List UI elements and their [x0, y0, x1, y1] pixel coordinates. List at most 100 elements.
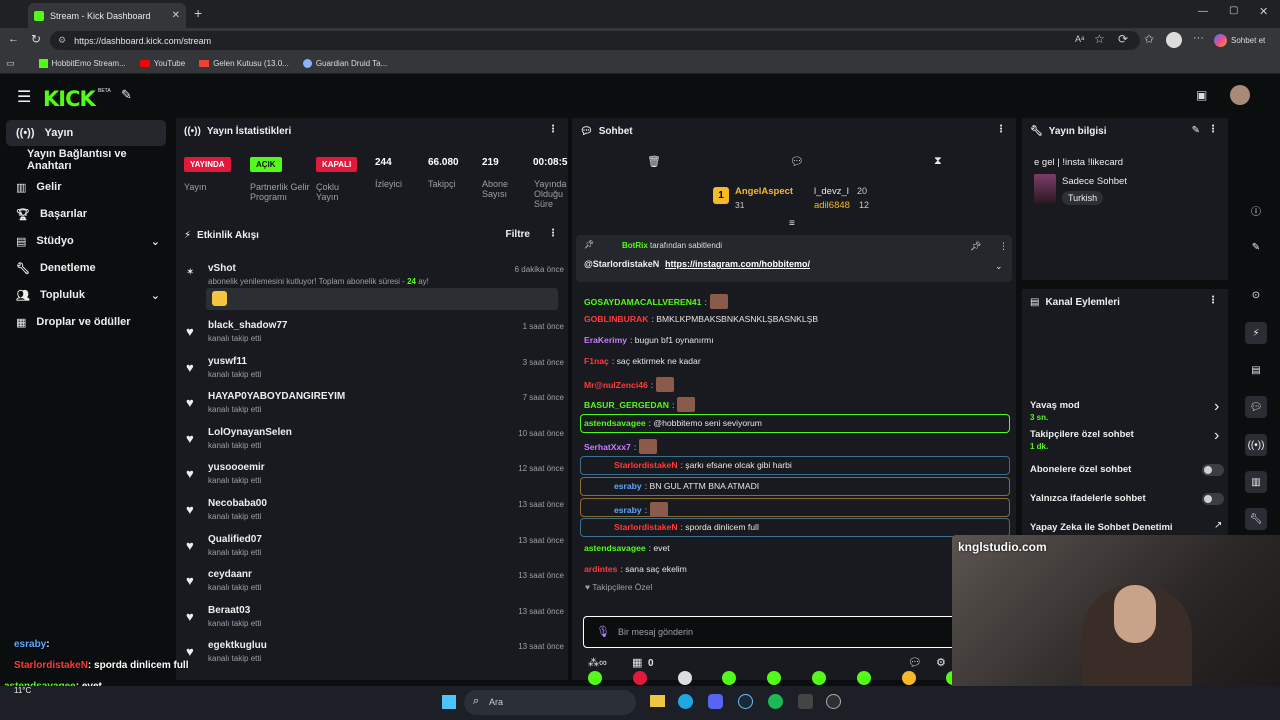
spotify-icon[interactable] [768, 694, 783, 709]
chat-username[interactable]: Mr@nulZenci46 [584, 380, 648, 390]
quick-emote-icon[interactable] [812, 671, 826, 685]
maximize-icon[interactable]: ▢ [1229, 5, 1238, 16]
more-options-icon[interactable]: ⋮ [996, 124, 1006, 135]
chat-username[interactable]: astendsavagee [584, 543, 646, 553]
external-link-icon[interactable]: ↗ [1214, 520, 1222, 531]
chat-bubble-icon[interactable]: 💬︎ [790, 155, 804, 168]
more-icon[interactable]: ··· [1193, 32, 1204, 44]
discord-icon[interactable] [708, 694, 723, 709]
pinned-link[interactable]: https://instagram.com/hobbitemo/ [665, 259, 810, 269]
document-icon[interactable]: ▤ [1245, 359, 1267, 381]
chat-username[interactable]: BASUR_GERGEDAN [584, 400, 669, 410]
chat-username[interactable]: EraKerimy [584, 335, 627, 345]
chat-username[interactable]: GOSAYDAMACALLVEREN41 [584, 297, 701, 307]
sidebar-item-denetleme[interactable]: 🔧︎ Denetleme [0, 255, 172, 281]
steam-icon[interactable] [738, 694, 753, 709]
quick-emote-icon[interactable] [856, 671, 871, 685]
sidebar-item-yayin[interactable]: ((•)) Yayın [6, 120, 166, 146]
category-name[interactable]: Sadece Sohbet [1062, 176, 1127, 187]
activity-username[interactable]: ceydaanr [208, 569, 252, 580]
activity-username[interactable]: Necobaba00 [208, 498, 267, 509]
user-avatar[interactable] [1230, 85, 1250, 105]
chat-username[interactable]: astendsavagee [584, 418, 646, 428]
activity-username[interactable]: black_shadow77 [208, 320, 287, 331]
tabs-icon[interactable]: ▭ [6, 58, 15, 69]
taskbar-search[interactable]: ⌕ Ara [464, 690, 636, 715]
chat-username[interactable]: ardintes [584, 564, 617, 574]
quick-emote-icon[interactable] [632, 671, 647, 685]
quick-emote-icon[interactable] [722, 671, 737, 685]
reader-icon[interactable]: Aᵃ [1075, 34, 1084, 44]
extensions-icon[interactable]: ⟳ [1118, 32, 1128, 46]
chevron-right-icon[interactable]: › [1214, 427, 1219, 445]
bookmark-gmail[interactable]: Gelen Kutusu (13.0... [199, 59, 289, 68]
leader-name[interactable]: l_devz_l [814, 186, 849, 197]
info-icon[interactable]: ⓘ [1245, 199, 1267, 221]
unpin-icon[interactable]: 📌︎ [970, 241, 981, 252]
chat-username[interactable]: F1naç [584, 356, 609, 366]
activity-username[interactable]: Beraat03 [208, 605, 250, 616]
url-field[interactable]: ⚙ https://dashboard.kick.com/stream [50, 31, 1140, 50]
site-info-icon[interactable]: ⚙ [58, 35, 66, 46]
chat-input[interactable]: 🎙︎ Bir mesaj gönderin [583, 616, 963, 648]
chat-username[interactable]: StarlordistakeN [614, 522, 678, 532]
bookmark-guardian[interactable]: Guardian Druid Ta... [302, 58, 387, 68]
edit-icon[interactable]: ✎ [1192, 125, 1200, 136]
bolt-icon[interactable]: ⚡︎ [1245, 322, 1267, 344]
chat-username[interactable]: esraby [614, 481, 642, 491]
channel-action-item[interactable]: Yalnızca ifadelerle sohbet [1030, 493, 1146, 504]
more-options-icon[interactable]: ⋮ [999, 241, 1008, 252]
sidebar-item-topluluk[interactable]: 👥︎ Topluluk ⌄ [0, 282, 172, 308]
more-options-icon[interactable]: ⋮ [1208, 124, 1218, 135]
chat-username[interactable]: GOBLINBURAK [584, 314, 648, 324]
pin-icon[interactable]: ✎ [121, 87, 132, 103]
filter-button[interactable]: Filtre [506, 229, 530, 240]
reload-icon[interactable]: ↻ [31, 32, 41, 46]
chat-icon[interactable]: 💬︎ [1245, 396, 1267, 418]
more-options-icon[interactable]: ⋮ [1208, 295, 1218, 306]
sidebar-item-stream-key[interactable]: Yayın Bağlantısı ve Anahtarı [0, 147, 172, 173]
hourglass-icon[interactable]: ⧗ [934, 155, 942, 168]
collapse-icon[interactable]: ≡ [789, 218, 795, 229]
studio-icon[interactable]: ▣ [1196, 88, 1207, 102]
channel-action-item[interactable]: Abonelere özel sohbet [1030, 464, 1131, 475]
channel-action-item[interactable]: Yapay Zeka ile Sohbet Denetimi [1030, 522, 1173, 533]
windows-start-icon[interactable] [442, 695, 456, 709]
kick-logo[interactable]: KICK [43, 87, 96, 111]
stack-icon[interactable]: ▥ [1245, 471, 1267, 493]
activity-username[interactable]: yusoooemir [208, 462, 265, 473]
quick-emote-icon[interactable] [767, 671, 782, 685]
profile-avatar[interactable] [1166, 32, 1182, 48]
file-explorer-icon[interactable] [650, 695, 665, 707]
activity-username[interactable]: LolOynayanSelen [208, 427, 292, 438]
mic-icon[interactable]: 🎙︎ [596, 625, 610, 638]
quick-emote-icon[interactable] [901, 671, 916, 685]
close-window-icon[interactable]: ✕ [1259, 5, 1268, 18]
chevron-down-icon[interactable]: ⌄ [151, 235, 160, 248]
emote-picker-icon[interactable]: 💬︎ [908, 656, 922, 669]
chat-username[interactable]: SerhatXxx7 [584, 442, 631, 452]
star-icon[interactable]: ☆ [1094, 32, 1105, 46]
channel-action-item[interactable]: Yavaş mod 3 sn. [1030, 400, 1080, 422]
chat-username[interactable]: StarlordistakeN [614, 460, 678, 470]
settings-icon[interactable]: ⚙ [936, 656, 946, 669]
activity-username[interactable]: Qualified07 [208, 534, 262, 545]
activity-username[interactable]: egektkugluu [208, 640, 267, 651]
edge-icon[interactable] [678, 694, 693, 709]
toggle-switch[interactable] [1202, 493, 1224, 505]
broadcast-icon[interactable]: ((•)) [1245, 434, 1267, 456]
camera-icon[interactable]: ⊙ [1245, 284, 1267, 306]
leader-name[interactable]: AngelAspect [735, 186, 793, 197]
chevron-right-icon[interactable]: › [1214, 398, 1219, 416]
quick-emote-icon[interactable] [677, 671, 692, 685]
more-options-icon[interactable]: ⋮ [548, 228, 558, 239]
new-tab-icon[interactable]: + [194, 5, 202, 21]
minimize-icon[interactable]: — [1198, 6, 1208, 17]
sidebar-item-studyo[interactable]: ▤ Stüdyo ⌄ [0, 228, 172, 254]
sidebar-item-basarilar[interactable]: 🏆︎ Başarılar [0, 201, 172, 227]
language-tag[interactable]: Turkish [1062, 191, 1104, 205]
expand-icon[interactable]: ⌄ [995, 261, 1003, 272]
back-icon[interactable]: ← [8, 33, 19, 45]
xbox-icon[interactable] [798, 694, 813, 709]
store-icon[interactable]: ▦ [632, 656, 642, 669]
